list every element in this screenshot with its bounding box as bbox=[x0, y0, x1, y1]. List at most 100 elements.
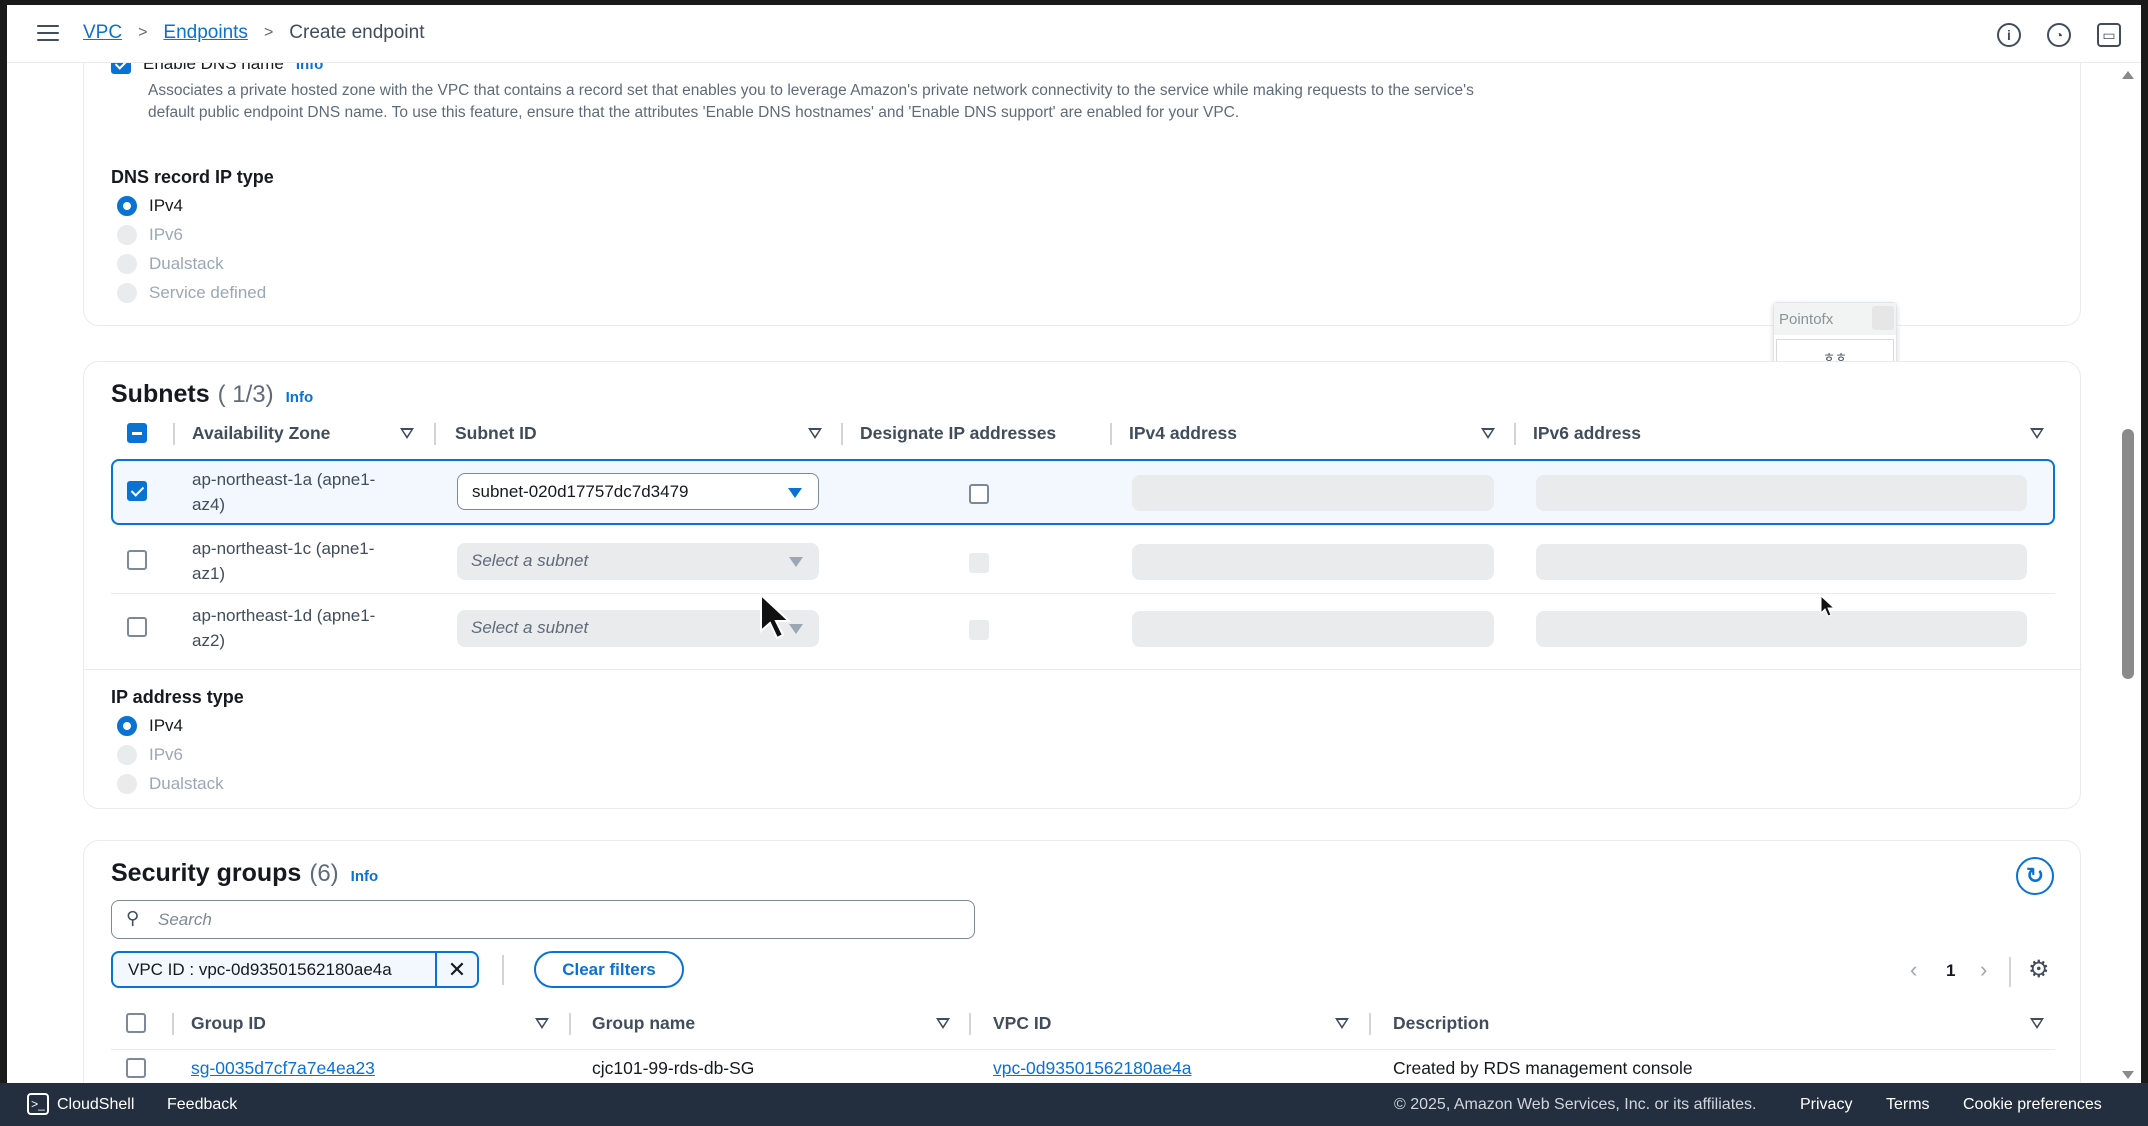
radio-dualstack: Dualstack bbox=[117, 249, 266, 278]
description-cell: Created by RDS management console bbox=[1393, 1058, 1693, 1078]
ipv4-address-field bbox=[1132, 475, 1494, 511]
divider bbox=[502, 955, 504, 985]
private-dns-description: Associates a private hosted zone with th… bbox=[148, 82, 1474, 121]
sort-icon[interactable] bbox=[535, 1018, 549, 1029]
designate-ip-checkbox bbox=[969, 553, 989, 573]
info-icon[interactable]: i bbox=[1997, 23, 2021, 47]
availability-zone-cell: ap-northeast-1c (apne1- az1) bbox=[192, 539, 375, 583]
row-checkbox[interactable] bbox=[126, 1058, 146, 1078]
cloudshell-icon[interactable]: >_ bbox=[27, 1093, 49, 1115]
radio-button[interactable] bbox=[117, 195, 137, 216]
sort-icon[interactable] bbox=[2030, 428, 2044, 439]
info-link[interactable]: Info bbox=[296, 63, 324, 73]
column-availability-zone[interactable]: Availability Zone bbox=[192, 423, 330, 444]
ipv6-address-field bbox=[1536, 611, 2027, 647]
vertical-scrollbar[interactable] bbox=[2115, 63, 2141, 1088]
select-all-checkbox[interactable] bbox=[127, 423, 147, 443]
row-checkbox[interactable] bbox=[127, 617, 147, 637]
menu-icon[interactable] bbox=[37, 25, 59, 43]
chevron-down-icon bbox=[789, 557, 803, 567]
radio-button bbox=[117, 773, 137, 794]
radio-service-defined: Service defined bbox=[117, 278, 266, 307]
subnet-select[interactable]: subnet-020d17757dc7d3479 bbox=[457, 473, 819, 510]
row-checkbox[interactable] bbox=[127, 550, 147, 570]
vpc-id-link[interactable]: vpc-0d93501562180ae4a bbox=[993, 1058, 1192, 1079]
scroll-down-icon[interactable] bbox=[2122, 1071, 2134, 1079]
dns-settings-card: Enable DNS name Info Associates a privat… bbox=[83, 63, 2081, 326]
copyright-text: © 2025, Amazon Web Services, Inc. or its… bbox=[1394, 1096, 1757, 1113]
page-number[interactable]: 1 bbox=[1946, 961, 1955, 981]
dns-record-ip-type-radio-group: IPv4 IPv6 Dualstack Service defined bbox=[117, 191, 266, 307]
console-footer: >_ CloudShell Feedback © 2025, Amazon We… bbox=[0, 1083, 2148, 1126]
column-group-name[interactable]: Group name bbox=[592, 1013, 695, 1034]
previous-page-icon[interactable]: ‹ bbox=[1910, 957, 1917, 983]
search-placeholder: Search bbox=[158, 910, 212, 929]
mouse-cursor-icon bbox=[760, 593, 792, 640]
column-description[interactable]: Description bbox=[1393, 1013, 1489, 1034]
breadcrumb: VPC > Endpoints > Create endpoint bbox=[83, 22, 425, 44]
terms-link[interactable]: Terms bbox=[1886, 1096, 1930, 1114]
subnet-select-value: subnet-020d17757dc7d3479 bbox=[472, 482, 689, 501]
subnets-header: Subnets ( 1/3) Info bbox=[111, 380, 313, 409]
designate-ip-checkbox[interactable] bbox=[969, 484, 989, 504]
cookie-preferences-link[interactable]: Cookie preferences bbox=[1963, 1096, 2102, 1114]
sort-icon[interactable] bbox=[936, 1018, 950, 1029]
sort-icon[interactable] bbox=[400, 428, 414, 439]
column-group-id[interactable]: Group ID bbox=[191, 1013, 266, 1034]
divider bbox=[84, 669, 2082, 670]
column-ipv6-address[interactable]: IPv6 address bbox=[1533, 423, 1641, 444]
radio-button bbox=[117, 744, 137, 765]
refresh-icon[interactable]: ↻ bbox=[2016, 857, 2054, 895]
breadcrumb-separator: > bbox=[138, 24, 148, 41]
column-ipv4-address[interactable]: IPv4 address bbox=[1129, 423, 1237, 444]
row-checkbox[interactable] bbox=[127, 481, 147, 501]
subnet-row[interactable]: ap-northeast-1d (apne1- az2) Select a sub… bbox=[111, 595, 2055, 661]
column-divider bbox=[569, 1013, 571, 1035]
search-input[interactable]: ⚲ Search bbox=[111, 900, 975, 939]
group-id-link[interactable]: sg-0035d7cf7a7e4ea23 bbox=[191, 1058, 375, 1079]
sort-icon[interactable] bbox=[2030, 1018, 2044, 1029]
remove-filter-icon[interactable]: ✕ bbox=[435, 953, 477, 986]
radio-label: Dualstack bbox=[149, 253, 224, 273]
radio-ipv4[interactable]: IPv4 bbox=[117, 711, 224, 740]
ipv6-address-field bbox=[1536, 475, 2027, 511]
private-dns-row: Enable DNS name Info bbox=[111, 63, 323, 74]
column-subnet-id[interactable]: Subnet ID bbox=[455, 423, 537, 444]
top-icon-group: i ◔ ▭ bbox=[1997, 23, 2121, 47]
breadcrumb-vpc[interactable]: VPC bbox=[83, 22, 122, 44]
browser-frame: VPC > Endpoints > Create endpoint i ◔ ▭ … bbox=[7, 5, 2141, 1088]
radio-button[interactable] bbox=[117, 715, 137, 736]
scrollbar-thumb[interactable] bbox=[2122, 429, 2134, 679]
feedback-link[interactable]: Feedback bbox=[167, 1096, 237, 1114]
subnet-row-selected[interactable]: ap-northeast-1a (apne1- az4) subnet-020d1… bbox=[111, 459, 2055, 525]
monitor-icon[interactable]: ▭ bbox=[2097, 23, 2121, 47]
radio-ipv4[interactable]: IPv4 bbox=[117, 191, 266, 220]
column-divider bbox=[969, 1013, 971, 1035]
sort-icon[interactable] bbox=[1335, 1018, 1349, 1029]
scroll-up-icon[interactable] bbox=[2122, 71, 2134, 79]
popup-close-icon[interactable] bbox=[1872, 306, 1894, 330]
column-divider bbox=[1369, 1013, 1371, 1035]
subnet-row[interactable]: ap-northeast-1c (apne1- az1) Select a sub… bbox=[111, 528, 2055, 594]
breadcrumb-endpoints[interactable]: Endpoints bbox=[163, 22, 248, 44]
subnets-count: ( 1/3) bbox=[217, 381, 274, 408]
enable-dns-checkbox[interactable] bbox=[111, 63, 131, 74]
sort-icon[interactable] bbox=[808, 428, 822, 439]
cloudshell-link[interactable]: CloudShell bbox=[57, 1096, 134, 1114]
column-designate-ip[interactable]: Designate IP addresses bbox=[860, 423, 1056, 444]
column-vpc-id[interactable]: VPC ID bbox=[993, 1013, 1051, 1034]
settings-gear-icon[interactable]: ⚙ bbox=[2028, 955, 2050, 984]
clear-filters-button[interactable]: Clear filters bbox=[534, 951, 684, 988]
subnets-info-link[interactable]: Info bbox=[286, 389, 314, 406]
subnets-card: Subnets ( 1/3) Info Availability Zone Subn… bbox=[83, 361, 2082, 809]
privacy-link[interactable]: Privacy bbox=[1800, 1096, 1852, 1114]
column-divider bbox=[1110, 423, 1112, 445]
sort-icon[interactable] bbox=[1481, 428, 1495, 439]
next-page-icon[interactable]: › bbox=[1980, 957, 1987, 983]
select-all-checkbox[interactable] bbox=[126, 1013, 146, 1033]
clock-icon[interactable]: ◔ bbox=[2047, 23, 2071, 47]
ipv4-address-field bbox=[1132, 544, 1494, 580]
radio-button bbox=[117, 224, 137, 245]
divider bbox=[2009, 957, 2011, 987]
security-groups-info-link[interactable]: Info bbox=[351, 868, 379, 885]
